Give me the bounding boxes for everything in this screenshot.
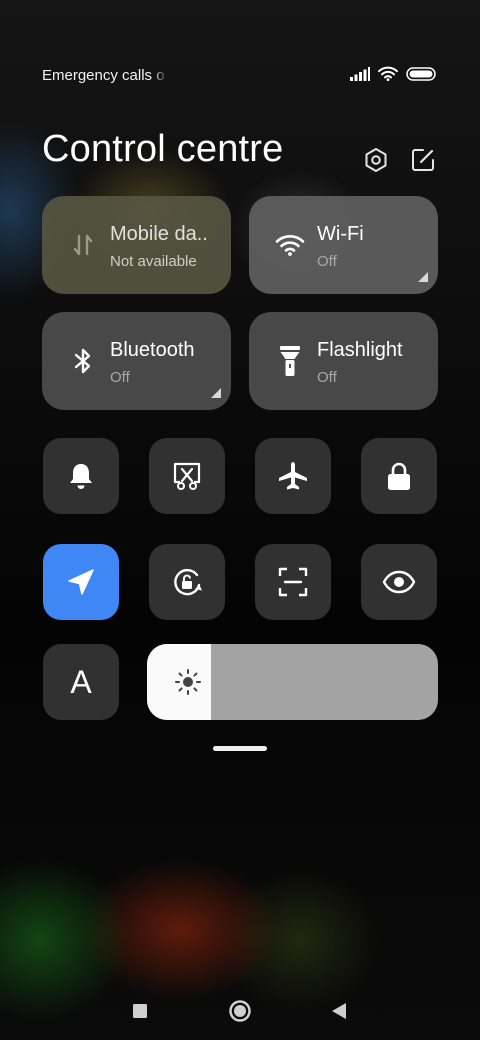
brightness-slider[interactable] bbox=[147, 644, 438, 720]
status-text: Emergency calls o bbox=[42, 67, 165, 84]
sun-icon bbox=[175, 669, 201, 695]
scanner-icon bbox=[278, 567, 308, 597]
eye-icon bbox=[382, 570, 416, 594]
tile-bluetooth[interactable]: Bluetooth Off bbox=[42, 312, 231, 410]
rotation-lock-icon bbox=[174, 568, 202, 596]
recents-button[interactable] bbox=[127, 998, 153, 1024]
location-icon bbox=[68, 569, 94, 595]
settings-button[interactable] bbox=[362, 146, 390, 174]
tile-status: Off bbox=[110, 369, 130, 386]
tile-label: Wi-Fi bbox=[317, 223, 364, 245]
tile-label: Bluetooth bbox=[110, 339, 195, 361]
tile-status: Off bbox=[317, 369, 337, 386]
home-icon bbox=[229, 1000, 251, 1022]
tile-status: Off bbox=[317, 253, 337, 270]
toggle-reading-mode[interactable] bbox=[361, 544, 437, 620]
drag-handle[interactable] bbox=[213, 746, 267, 751]
settings-icon bbox=[365, 148, 387, 172]
lock-icon bbox=[388, 462, 410, 490]
expand-corner-icon[interactable] bbox=[211, 388, 221, 398]
toggle-location[interactable] bbox=[43, 544, 119, 620]
font-size-button[interactable]: A bbox=[43, 644, 119, 720]
tile-status: Not available bbox=[110, 253, 197, 270]
airplane-icon bbox=[279, 462, 307, 490]
page-title: Control centre bbox=[42, 128, 284, 170]
bluetooth-icon bbox=[68, 346, 98, 376]
wifi-icon bbox=[275, 230, 305, 260]
recents-icon bbox=[133, 1004, 147, 1018]
signal-icon bbox=[350, 66, 370, 81]
tile-mobile-data[interactable]: Mobile da.. Not available bbox=[42, 196, 231, 294]
mobile-data-icon bbox=[68, 230, 98, 260]
flashlight-icon bbox=[275, 346, 305, 376]
tile-label: Flashlight bbox=[317, 339, 403, 361]
toggle-airplane[interactable] bbox=[255, 438, 331, 514]
toggle-rotation-lock[interactable] bbox=[149, 544, 225, 620]
status-icons bbox=[350, 66, 436, 81]
edit-icon bbox=[412, 149, 434, 171]
home-button[interactable] bbox=[227, 998, 253, 1024]
tile-wifi[interactable]: Wi-Fi Off bbox=[249, 196, 438, 294]
toggle-lock[interactable] bbox=[361, 438, 437, 514]
battery-icon bbox=[406, 66, 436, 81]
tile-label: Mobile da.. bbox=[110, 223, 208, 245]
back-button[interactable] bbox=[326, 998, 352, 1024]
toggle-scanner[interactable] bbox=[255, 544, 331, 620]
toggle-sound[interactable] bbox=[43, 438, 119, 514]
font-size-label: A bbox=[70, 663, 92, 700]
wifi-icon bbox=[378, 66, 398, 81]
bell-icon bbox=[70, 464, 92, 489]
expand-corner-icon[interactable] bbox=[418, 272, 428, 282]
tile-flashlight[interactable]: Flashlight Off bbox=[249, 312, 438, 410]
screenshot-icon bbox=[173, 462, 201, 490]
control-centre-screen: Emergency calls o Control centre Mobile … bbox=[0, 0, 480, 1040]
toggle-screenshot[interactable] bbox=[149, 438, 225, 514]
back-icon bbox=[332, 1003, 346, 1019]
edit-button[interactable] bbox=[409, 146, 437, 174]
